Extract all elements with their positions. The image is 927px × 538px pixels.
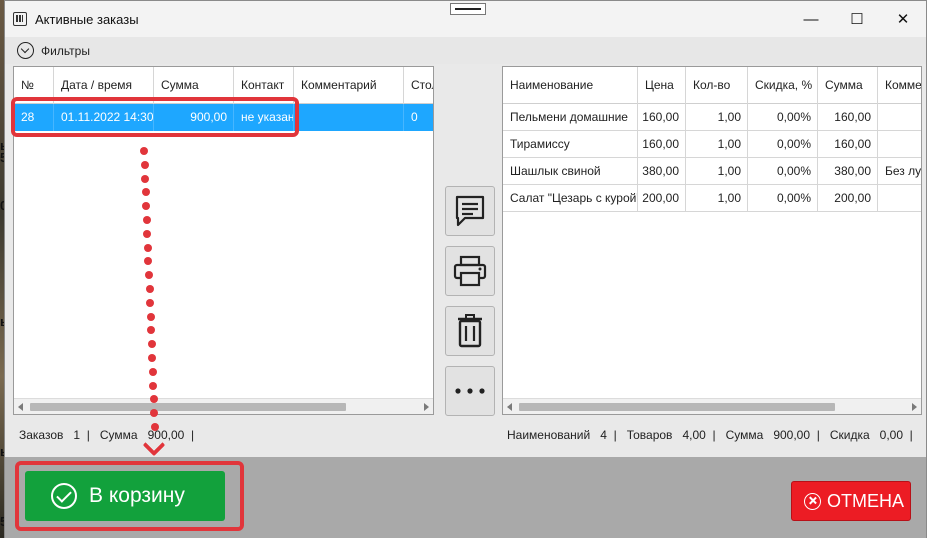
item-qty: 1,00 xyxy=(686,104,748,131)
cancel-label: ОТМЕНА xyxy=(827,490,905,511)
order-table: 0 xyxy=(411,110,418,124)
app-icon xyxy=(13,12,27,26)
item-name: Салат "Цезарь с курой" xyxy=(503,185,638,212)
names-count-value: 4 xyxy=(600,428,607,442)
arrow-dot xyxy=(143,243,152,252)
item-comment xyxy=(878,185,921,212)
item-name: Шашлык свиной xyxy=(503,158,638,185)
scrollbar-thumb[interactable] xyxy=(519,403,835,411)
item-sum: 380,00 xyxy=(818,158,878,185)
item-price: 160,00 xyxy=(638,104,686,131)
filters-label[interactable]: Фильтры xyxy=(41,44,90,58)
orders-status-bar: Заказов 1 | Сумма 900,00 | xyxy=(19,428,195,442)
item-qty: 1,00 xyxy=(686,185,748,212)
item-price: 160,00 xyxy=(638,131,686,158)
close-button[interactable]: ✕ xyxy=(888,7,918,31)
delete-button[interactable] xyxy=(445,306,495,356)
column-header-item-sum[interactable]: Сумма xyxy=(818,67,878,104)
horizontal-scrollbar[interactable] xyxy=(503,398,921,414)
names-count-label: Наименований xyxy=(507,428,591,442)
item-discount: 0,00% xyxy=(748,131,818,158)
items-sum-value: 900,00 xyxy=(773,428,811,442)
arrow-dot xyxy=(147,340,156,349)
arrow-dot xyxy=(146,312,155,321)
comment-button[interactable] xyxy=(445,186,495,236)
column-header-comment[interactable]: Комментарий xyxy=(294,67,404,104)
item-comment xyxy=(878,131,921,158)
item-discount: 0,00% xyxy=(748,158,818,185)
item-name: Пельмени домашние xyxy=(503,104,638,131)
minimize-button[interactable]: — xyxy=(796,7,826,31)
horizontal-scrollbar[interactable] xyxy=(14,398,433,414)
printer-icon xyxy=(453,255,487,287)
column-header-name[interactable]: Наименование xyxy=(503,67,638,104)
arrow-dot xyxy=(148,367,157,376)
arrow-dot xyxy=(149,381,158,390)
orders-sum-label: Сумма xyxy=(99,428,138,442)
column-header-table[interactable]: Стол xyxy=(404,67,433,104)
arrow-dot xyxy=(140,147,148,155)
arrow-dot xyxy=(142,216,151,224)
item-qty: 1,00 xyxy=(686,158,748,185)
column-header-price[interactable]: Цена xyxy=(638,67,686,104)
discount-value: 0,00 xyxy=(879,428,904,442)
more-icon xyxy=(455,388,485,394)
table-row[interactable]: Шашлык свиной 380,00 1,00 0,00% 380,00 Б… xyxy=(503,158,921,185)
scroll-left-icon[interactable] xyxy=(18,403,23,411)
comment-icon xyxy=(455,195,485,227)
orders-count-label: Заказов xyxy=(19,428,64,442)
print-button[interactable] xyxy=(445,246,495,296)
item-sum: 160,00 xyxy=(818,104,878,131)
column-header-qty[interactable]: Кол-во xyxy=(686,67,748,104)
table-row[interactable]: Тирамиссу 160,00 1,00 0,00% 160,00 xyxy=(503,131,921,158)
order-comment xyxy=(294,104,404,131)
close-circle-icon xyxy=(804,492,821,510)
orders-count-value: 1 xyxy=(73,428,81,442)
trash-icon xyxy=(458,314,482,348)
item-price: 200,00 xyxy=(638,185,686,212)
column-header-item-comment[interactable]: Комментарий xyxy=(878,67,921,104)
column-header-discount[interactable]: Скидка, % xyxy=(748,67,818,104)
items-grid-header: Наименование Цена Кол-во Скидка, % Сумма… xyxy=(503,67,921,104)
highlight-cart-button xyxy=(15,461,244,531)
item-comment: Без лука xyxy=(878,158,921,185)
item-discount: 0,00% xyxy=(748,104,818,131)
scrollbar-thumb[interactable] xyxy=(30,403,346,411)
arrow-dot xyxy=(145,285,154,293)
table-row[interactable]: Салат "Цезарь с курой" 200,00 1,00 0,00%… xyxy=(503,185,921,212)
maximize-button[interactable]: ☐ xyxy=(842,7,872,31)
filters-panel[interactable]: Фильтры xyxy=(5,37,926,64)
discount-label: Скидка xyxy=(829,428,870,442)
arrow-dot xyxy=(141,174,150,183)
scroll-right-icon[interactable] xyxy=(912,403,917,411)
item-sum: 160,00 xyxy=(818,131,878,158)
arrow-dot xyxy=(146,298,155,307)
scroll-right-icon[interactable] xyxy=(424,403,429,411)
title-bar[interactable]: Активные заказы — ☐ ✕ xyxy=(5,1,926,37)
highlight-selected-order xyxy=(11,97,299,137)
item-name: Тирамиссу xyxy=(503,131,638,158)
table-row[interactable]: Пельмени домашние 160,00 1,00 0,00% 160,… xyxy=(503,104,921,131)
items-status-bar: Наименований 4 | Товаров 4,00 | Сумма 90… xyxy=(507,428,913,442)
goods-count-label: Товаров xyxy=(626,428,673,442)
item-sum: 200,00 xyxy=(818,185,878,212)
order-items-grid[interactable]: Наименование Цена Кол-во Скидка, % Сумма… xyxy=(502,66,922,415)
item-comment xyxy=(878,104,921,131)
window-title: Активные заказы xyxy=(35,12,139,27)
item-discount: 0,00% xyxy=(748,185,818,212)
drag-handle-icon[interactable] xyxy=(450,3,486,15)
items-sum-label: Сумма xyxy=(725,428,764,442)
goods-count-value: 4,00 xyxy=(682,428,706,442)
arrow-dot xyxy=(151,423,159,431)
cancel-button[interactable]: ОТМЕНА xyxy=(791,481,911,521)
item-qty: 1,00 xyxy=(686,131,748,158)
more-button[interactable] xyxy=(445,366,495,416)
scroll-left-icon[interactable] xyxy=(507,403,512,411)
chevron-down-icon[interactable] xyxy=(17,42,34,59)
item-price: 380,00 xyxy=(638,158,686,185)
active-orders-window: Активные заказы — ☐ ✕ Фильтры № Дата / в… xyxy=(4,0,927,538)
arrow-dot xyxy=(140,160,149,169)
